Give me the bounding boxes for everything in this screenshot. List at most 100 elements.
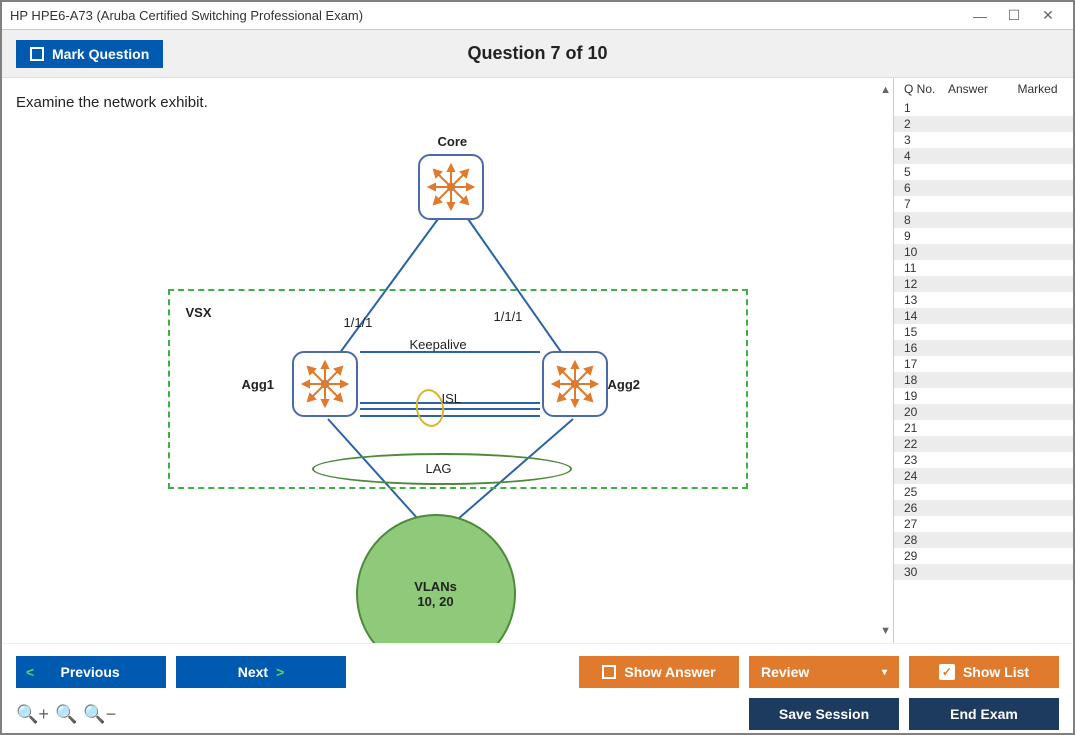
question-row[interactable]: 3: [894, 132, 1073, 148]
qno-cell: 15: [904, 325, 948, 339]
question-row[interactable]: 7: [894, 196, 1073, 212]
question-row[interactable]: 6: [894, 180, 1073, 196]
question-row[interactable]: 27: [894, 516, 1073, 532]
vsx-label: VSX: [186, 305, 212, 320]
qno-cell: 11: [904, 261, 948, 275]
question-row[interactable]: 11: [894, 260, 1073, 276]
isl-link: [360, 408, 540, 410]
header: Mark Question Question 7 of 10: [2, 30, 1073, 78]
question-row[interactable]: 20: [894, 404, 1073, 420]
review-button[interactable]: Review ▾: [749, 656, 899, 688]
question-row[interactable]: 1: [894, 100, 1073, 116]
scroll-up-icon[interactable]: ▲: [880, 84, 891, 96]
question-row[interactable]: 28: [894, 532, 1073, 548]
question-prompt: Examine the network exhibit.: [16, 94, 879, 111]
qno-cell: 7: [904, 197, 948, 211]
end-exam-button[interactable]: End Exam: [909, 698, 1059, 730]
vlans-label-2: 10, 20: [417, 594, 453, 609]
question-content: ▲ Examine the network exhibit. Core: [2, 78, 893, 643]
chevron-right-icon: >: [276, 664, 284, 680]
question-row[interactable]: 2: [894, 116, 1073, 132]
question-row[interactable]: 21: [894, 420, 1073, 436]
core-label: Core: [438, 134, 468, 149]
mark-question-label: Mark Question: [52, 46, 149, 62]
next-button[interactable]: Next >: [176, 656, 346, 688]
qno-cell: 9: [904, 229, 948, 243]
qno-cell: 25: [904, 485, 948, 499]
qno-cell: 30: [904, 565, 948, 579]
question-list-body[interactable]: 1234567891011121314151617181920212223242…: [894, 100, 1073, 643]
question-row[interactable]: 16: [894, 340, 1073, 356]
question-row[interactable]: 24: [894, 468, 1073, 484]
question-row[interactable]: 15: [894, 324, 1073, 340]
port-right-label: 1/1/1: [494, 309, 523, 324]
question-row[interactable]: 12: [894, 276, 1073, 292]
question-row[interactable]: 29: [894, 548, 1073, 564]
qno-cell: 16: [904, 341, 948, 355]
qno-cell: 1: [904, 101, 948, 115]
zoom-reset-icon[interactable]: 🔍: [55, 704, 77, 725]
isl-label: ISL: [442, 391, 462, 406]
question-row[interactable]: 22: [894, 436, 1073, 452]
port-left-label: 1/1/1: [344, 315, 373, 330]
question-row[interactable]: 14: [894, 308, 1073, 324]
question-row[interactable]: 13: [894, 292, 1073, 308]
close-button[interactable]: ✕: [1031, 5, 1065, 27]
vlans-label-1: VLANs: [414, 579, 457, 594]
qno-cell: 17: [904, 357, 948, 371]
question-row[interactable]: 19: [894, 388, 1073, 404]
question-row[interactable]: 30: [894, 564, 1073, 580]
qno-cell: 3: [904, 133, 948, 147]
qno-cell: 10: [904, 245, 948, 259]
check-icon: ✓: [939, 664, 955, 680]
zoom-out-icon[interactable]: 🔍−: [83, 704, 116, 725]
question-row[interactable]: 5: [894, 164, 1073, 180]
question-row[interactable]: 26: [894, 500, 1073, 516]
show-answer-button[interactable]: Show Answer: [579, 656, 739, 688]
previous-label: Previous: [30, 664, 150, 680]
col-qno: Q No.: [904, 82, 948, 96]
chevron-down-icon: ▾: [882, 667, 887, 678]
question-row[interactable]: 25: [894, 484, 1073, 500]
maximize-button[interactable]: ☐: [997, 5, 1031, 27]
question-progress: Question 7 of 10: [467, 43, 607, 64]
minimize-button[interactable]: —: [963, 5, 997, 27]
review-label: Review: [761, 664, 809, 680]
qno-cell: 8: [904, 213, 948, 227]
agg1-switch-icon: [292, 351, 358, 417]
lag-label: LAG: [426, 461, 452, 476]
network-diagram: Core: [128, 119, 768, 599]
qno-cell: 5: [904, 165, 948, 179]
question-row[interactable]: 9: [894, 228, 1073, 244]
qno-cell: 28: [904, 533, 948, 547]
agg2-label: Agg2: [608, 377, 641, 392]
question-row[interactable]: 8: [894, 212, 1073, 228]
show-answer-label: Show Answer: [624, 664, 715, 680]
qno-cell: 27: [904, 517, 948, 531]
scroll-down-icon[interactable]: ▼: [880, 625, 891, 637]
question-row[interactable]: 17: [894, 356, 1073, 372]
qno-cell: 4: [904, 149, 948, 163]
agg2-switch-icon: [542, 351, 608, 417]
end-exam-label: End Exam: [950, 706, 1018, 722]
save-session-button[interactable]: Save Session: [749, 698, 899, 730]
show-list-button[interactable]: ✓ Show List: [909, 656, 1059, 688]
question-row[interactable]: 18: [894, 372, 1073, 388]
checkbox-icon: [602, 665, 616, 679]
question-row[interactable]: 23: [894, 452, 1073, 468]
question-row[interactable]: 10: [894, 244, 1073, 260]
exam-window: HP HPE6-A73 (Aruba Certified Switching P…: [0, 0, 1075, 735]
question-row[interactable]: 4: [894, 148, 1073, 164]
qno-cell: 13: [904, 293, 948, 307]
previous-button[interactable]: < Previous: [16, 656, 166, 688]
zoom-in-icon[interactable]: 🔍+: [16, 704, 49, 725]
qno-cell: 6: [904, 181, 948, 195]
qno-cell: 12: [904, 277, 948, 291]
qno-cell: 2: [904, 117, 948, 131]
mark-question-button[interactable]: Mark Question: [16, 40, 163, 68]
qno-cell: 19: [904, 389, 948, 403]
footer-row-1: < Previous Next > Show Answer Review ▾ ✓…: [16, 656, 1059, 688]
agg1-label: Agg1: [242, 377, 275, 392]
qno-cell: 26: [904, 501, 948, 515]
next-label: Next: [238, 664, 268, 680]
